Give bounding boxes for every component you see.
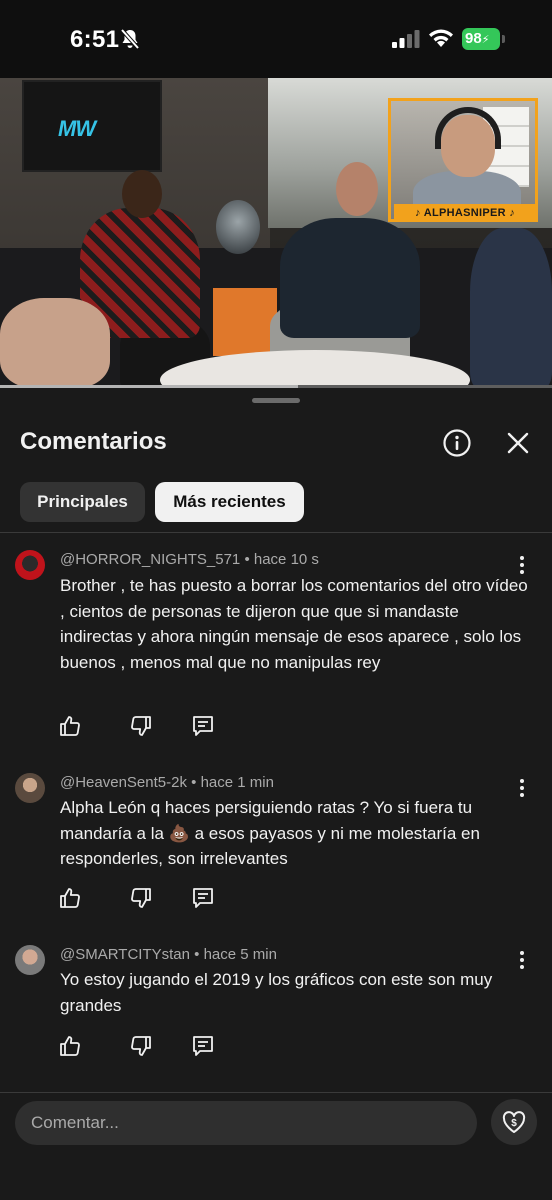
comment-actions: [58, 714, 228, 740]
status-bar: 6:51 98⚡: [0, 0, 552, 78]
like-icon[interactable]: [58, 1034, 82, 1058]
tiktok-icon: ♪: [505, 207, 516, 219]
comment-text: Brother , te has puesto a borrar los com…: [60, 576, 528, 672]
avatar[interactable]: [15, 550, 45, 580]
bell-muted-icon: [120, 28, 140, 50]
avatar[interactable]: [15, 773, 45, 803]
video-scene-person: [0, 298, 110, 388]
comment-author[interactable]: @SMARTCITYstan: [60, 946, 190, 963]
comment-text: Yo estoy jugando el 2019 y los gráficos …: [60, 970, 493, 1015]
svg-text:$: $: [511, 1118, 517, 1129]
close-icon[interactable]: [503, 428, 533, 458]
meta-separator: •: [240, 551, 254, 568]
like-icon[interactable]: [58, 714, 82, 738]
video-scene-person: [122, 170, 162, 218]
streamer-banner: ♪ ALPHASNIPER ♪: [394, 204, 536, 222]
video-scene-person: [470, 228, 552, 388]
tiktok-icon: ♪: [414, 207, 424, 219]
chip-mas-recientes[interactable]: Más recientes: [155, 482, 304, 522]
cellular-signal-icon: [392, 30, 420, 48]
comment-actions: [58, 1034, 228, 1060]
dislike-icon[interactable]: [129, 1034, 153, 1058]
comment-time: hace 5 min: [203, 946, 277, 963]
chip-principales[interactable]: Principales: [20, 482, 145, 522]
battery-level: 98: [465, 30, 482, 47]
more-vertical-icon[interactable]: [512, 777, 532, 799]
tv-logo: MW: [58, 116, 96, 141]
comment-text: Alpha León q haces persiguiendo ratas ? …: [60, 798, 480, 868]
divider: [0, 532, 552, 533]
reply-icon[interactable]: [191, 1034, 215, 1058]
battery-tip: [502, 35, 505, 43]
comment-actions: [58, 886, 228, 912]
video-scene-box: [213, 288, 277, 356]
super-thanks-button[interactable]: $: [491, 1099, 537, 1145]
meta-separator: •: [189, 946, 204, 963]
dislike-icon[interactable]: [129, 714, 153, 738]
comment-meta: @SMARTCITYstan • hace 5 min: [60, 946, 277, 963]
video-scene-mask: [216, 200, 260, 254]
comment-meta: @HeavenSent5-2k • hace 1 min: [60, 774, 274, 791]
dislike-icon[interactable]: [129, 886, 153, 910]
like-icon[interactable]: [58, 886, 82, 910]
streamer-name: ALPHASNIPER: [423, 207, 506, 219]
wifi-icon: [429, 29, 453, 47]
video-scene-person: [336, 162, 378, 216]
comments-panel: Comentarios Principales Más recientes @H…: [0, 388, 552, 1200]
battery-indicator: 98⚡: [462, 28, 500, 50]
drag-handle[interactable]: [252, 398, 300, 403]
comment-author[interactable]: @HeavenSent5-2k: [60, 774, 187, 791]
reply-icon[interactable]: [191, 714, 215, 738]
panel-title: Comentarios: [20, 428, 167, 455]
more-vertical-icon[interactable]: [512, 554, 532, 576]
reply-icon[interactable]: [191, 886, 215, 910]
comment-author[interactable]: @HORROR_NIGHTS_571: [60, 551, 240, 568]
info-icon[interactable]: [442, 428, 472, 458]
comment-time: hace 10 s: [253, 551, 319, 568]
avatar[interactable]: [15, 945, 45, 975]
more-vertical-icon[interactable]: [512, 949, 532, 971]
comment-time: hace 1 min: [200, 774, 274, 791]
divider: [0, 1092, 552, 1093]
heart-dollar-icon: $: [502, 1111, 526, 1133]
status-time: 6:51: [70, 26, 120, 53]
comment-input[interactable]: Comentar...: [15, 1101, 477, 1145]
video-scene-tv: MW: [22, 80, 162, 172]
charging-bolt-icon: ⚡: [481, 34, 490, 46]
video-scene-person: [280, 218, 420, 338]
meta-separator: •: [186, 774, 201, 791]
comment-meta: @HORROR_NIGHTS_571 • hace 10 s: [60, 551, 319, 568]
